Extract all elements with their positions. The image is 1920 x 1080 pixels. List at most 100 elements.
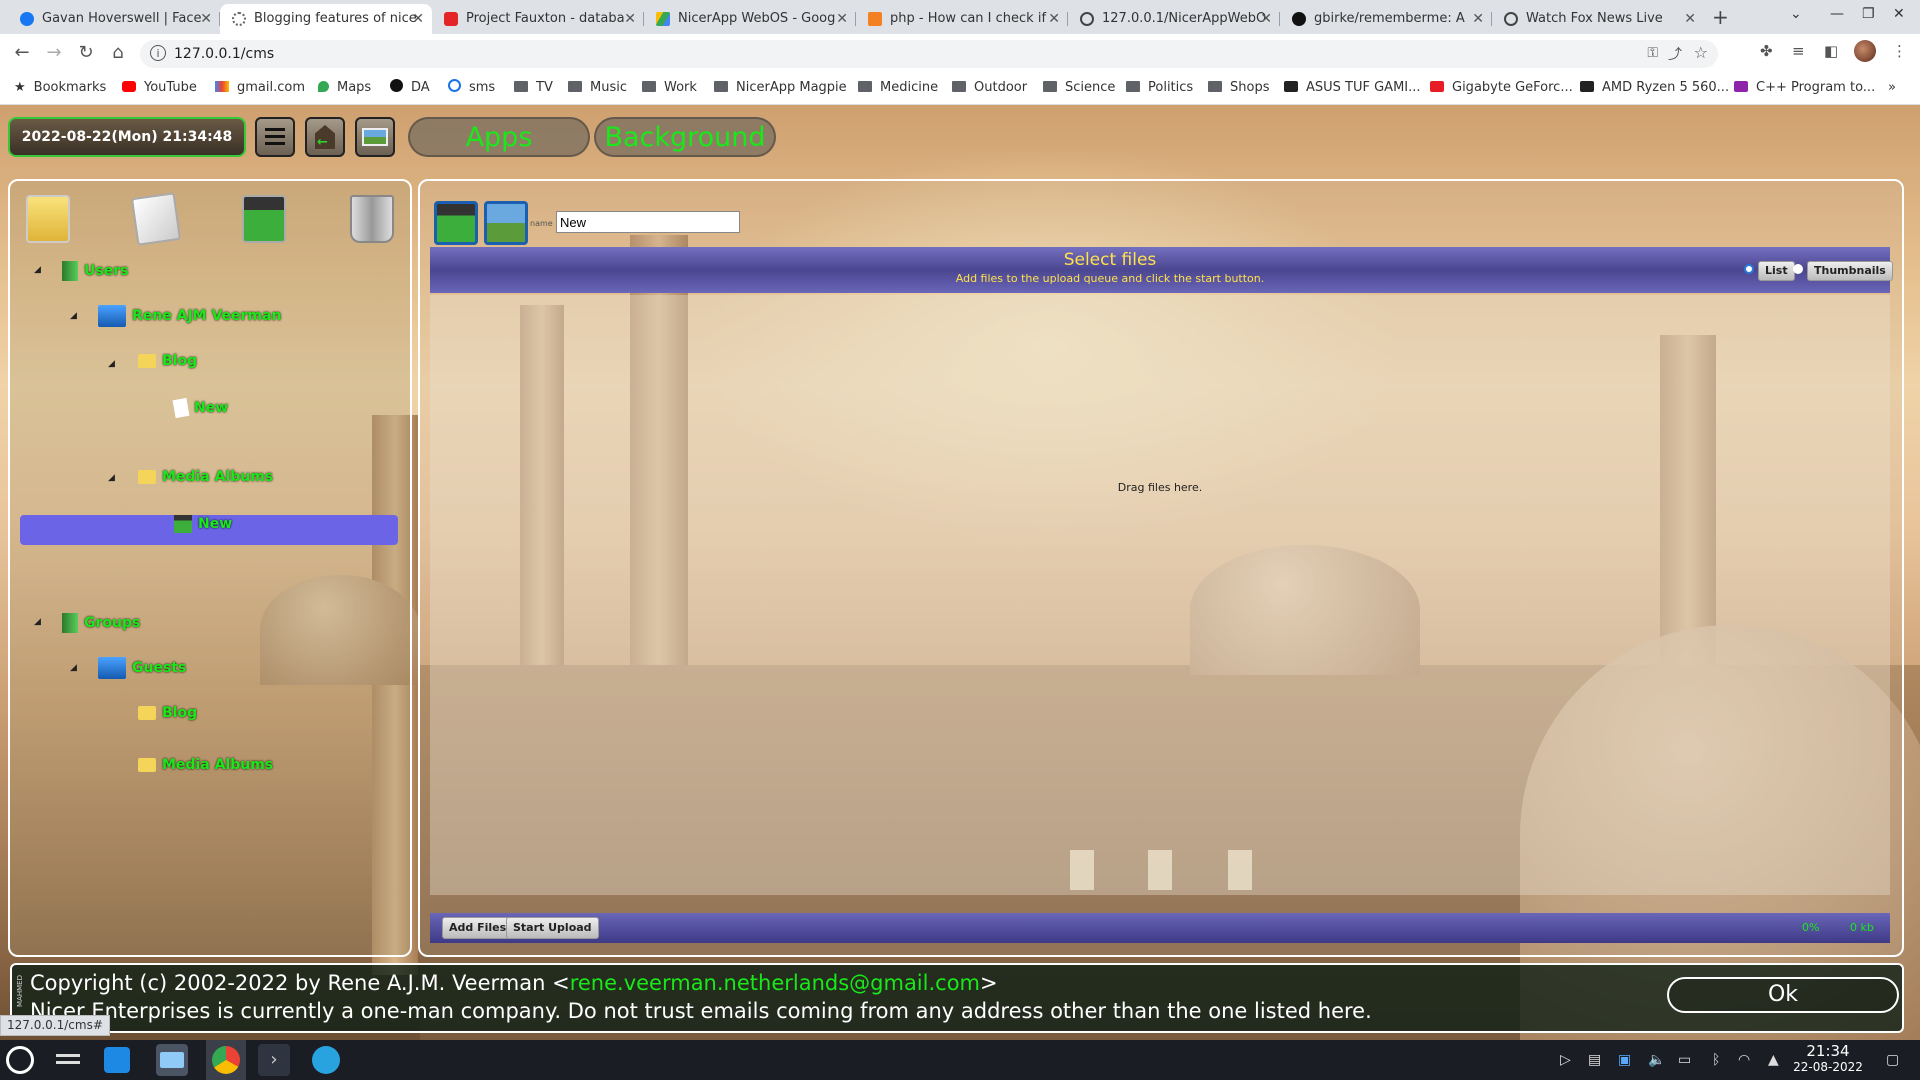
bookmark-science[interactable]: Science [1043, 72, 1115, 104]
tab-fauxton[interactable]: Project Fauxton - databa ✕ [432, 4, 644, 34]
apps-button[interactable]: Apps [408, 117, 590, 157]
view-list-button[interactable]: List [1758, 261, 1795, 281]
share-icon[interactable]: ⤴ [1668, 44, 1682, 64]
collapse-triangle-icon[interactable]: ◢ [70, 663, 77, 673]
window-close-button[interactable]: ✕ [1893, 6, 1905, 22]
close-icon[interactable]: ✕ [1472, 4, 1484, 34]
close-icon[interactable]: ✕ [200, 4, 212, 34]
reload-icon[interactable]: ↻ [74, 42, 98, 63]
extensions-icon[interactable]: ✤ [1760, 42, 1773, 60]
tree-item-guests-media-albums[interactable]: Media Albums [138, 757, 273, 773]
collapse-triangle-icon[interactable]: ◢ [108, 359, 115, 369]
battery-icon[interactable]: ▭ [1678, 1052, 1691, 1068]
tree-item-album-new[interactable]: New [174, 515, 232, 533]
task-manager-icon[interactable] [52, 1044, 84, 1076]
landscape-icon[interactable] [484, 201, 528, 245]
background-button[interactable]: Background [594, 117, 776, 157]
tab-blogging[interactable]: Blogging features of nice ✕ [220, 4, 432, 34]
collapse-triangle-icon[interactable]: ◢ [34, 265, 41, 275]
address-bar[interactable]: i 127.0.0.1/cms ⚿ ⤴ ☆ [140, 40, 1718, 68]
site-info-icon[interactable]: i [150, 45, 166, 61]
bookmark-music[interactable]: Music [568, 72, 627, 104]
file-manager-icon[interactable] [156, 1044, 188, 1076]
taskbar-clock[interactable]: 21:34 22-08-2022 [1788, 1042, 1868, 1074]
bookmark-amd[interactable]: AMD Ryzen 5 560... [1580, 72, 1729, 104]
home-icon[interactable]: ⌂ [106, 42, 130, 63]
tree-item-users[interactable]: Users [62, 261, 128, 281]
bookmark-cpp[interactable]: C++ Program to... [1734, 72, 1875, 104]
bookmark-gmail[interactable]: gmail.com [215, 72, 305, 104]
bookmark-sms[interactable]: sms [448, 72, 495, 104]
view-list-radio[interactable] [1744, 264, 1754, 274]
new-tab-button[interactable]: + [1712, 4, 1729, 30]
bookmark-nicerapp-magpie[interactable]: NicerApp Magpie [714, 72, 847, 104]
media-album-icon[interactable] [242, 195, 286, 243]
tab-github[interactable]: gbirke/rememberme: A ✕ [1280, 4, 1492, 34]
tray-expand-icon[interactable]: ▲ [1768, 1052, 1779, 1068]
collapse-triangle-icon[interactable]: ◢ [70, 311, 77, 321]
name-input[interactable] [556, 211, 740, 233]
bookmark-bookmarks[interactable]: ★ Bookmarks [14, 72, 106, 104]
tree-item-rene[interactable]: Rene AJM Veerman [98, 305, 281, 327]
bookmark-youtube[interactable]: YouTube [122, 72, 197, 104]
display-icon[interactable]: ▣ [1618, 1052, 1631, 1068]
bookmark-da[interactable]: DA [390, 72, 430, 104]
avatar[interactable] [1854, 40, 1876, 62]
chrome-icon[interactable] [206, 1040, 246, 1080]
tree-item-guests-blog[interactable]: Blog [138, 705, 197, 721]
close-icon[interactable]: ✕ [624, 4, 636, 34]
tab-localhost[interactable]: 127.0.0.1/NicerAppWebO ✕ [1068, 4, 1280, 34]
clipboard-icon[interactable]: ▤ [1588, 1052, 1601, 1068]
side-panel-icon[interactable]: ◧ [1824, 42, 1838, 60]
tab-foxnews[interactable]: Watch Fox News Live ✕ [1492, 4, 1704, 34]
new-document-icon[interactable] [130, 192, 182, 246]
restore-button[interactable]: ❐ [1862, 6, 1875, 22]
close-icon[interactable]: ✕ [836, 4, 848, 34]
ok-button[interactable]: Ok [1667, 977, 1899, 1013]
menu-button[interactable] [255, 117, 295, 157]
folder-open-icon[interactable] [26, 195, 70, 243]
tree-item-blog[interactable]: Blog [138, 353, 197, 369]
bookmark-maps[interactable]: Maps [318, 72, 371, 104]
add-files-button[interactable]: Add Files [442, 917, 514, 939]
tab-google-doc[interactable]: NicerApp WebOS - Goog ✕ [644, 4, 856, 34]
start-menu-icon[interactable] [6, 1046, 34, 1074]
bookmark-work[interactable]: Work [642, 72, 697, 104]
back-home-button[interactable]: ← [305, 117, 345, 157]
view-thumbnails-button[interactable]: Thumbnails [1807, 261, 1893, 281]
background-picker-button[interactable] [355, 117, 395, 157]
bookmark-politics[interactable]: Politics [1126, 72, 1193, 104]
vscode-icon[interactable] [312, 1046, 340, 1074]
tab-facebook[interactable]: Gavan Hoverswell | Face ✕ [8, 4, 220, 34]
bookmark-star-icon[interactable]: ☆ [1694, 43, 1708, 62]
close-icon[interactable]: ✕ [1048, 4, 1060, 34]
wifi-icon[interactable]: ◠ [1738, 1052, 1750, 1068]
bookmark-medicine[interactable]: Medicine [858, 72, 938, 104]
close-icon[interactable]: ✕ [1684, 4, 1696, 34]
tab-search-icon[interactable]: ⌄ [1790, 6, 1802, 22]
start-upload-button[interactable]: Start Upload [506, 917, 599, 939]
bookmark-gigabyte[interactable]: Gigabyte GeForc... [1430, 72, 1573, 104]
key-icon[interactable]: ⚿ [1647, 45, 1658, 61]
bookmark-shops[interactable]: Shops [1208, 72, 1269, 104]
bookmark-asus[interactable]: ASUS TUF GAMI... [1284, 72, 1421, 104]
volume-icon[interactable]: 🔈 [1648, 1052, 1665, 1068]
menu-kebab-icon[interactable]: ⋮ [1892, 42, 1907, 60]
media-album-icon[interactable] [434, 201, 478, 245]
app-store-icon[interactable] [104, 1047, 130, 1073]
bookmark-outdoor[interactable]: Outdoor [952, 72, 1027, 104]
back-arrow-icon[interactable]: ← [10, 42, 34, 63]
email-link[interactable]: rene.veerman.netherlands@gmail.com [570, 971, 980, 995]
tree-item-groups[interactable]: Groups [62, 613, 140, 633]
media-play-icon[interactable]: ▷ [1560, 1052, 1571, 1068]
collapse-triangle-icon[interactable]: ◢ [34, 617, 41, 627]
trash-icon[interactable] [350, 195, 394, 243]
show-desktop-icon[interactable]: ▢ [1886, 1052, 1899, 1068]
more-bookmarks-icon[interactable]: » [1888, 72, 1896, 104]
tree-item-guests[interactable]: Guests [98, 657, 186, 679]
minimize-button[interactable]: — [1830, 6, 1844, 22]
view-thumbnails-radio[interactable] [1793, 264, 1803, 274]
tree-item-blog-new[interactable]: New [172, 397, 228, 419]
bookmark-tv[interactable]: TV [514, 72, 553, 104]
close-icon[interactable]: ✕ [412, 4, 424, 34]
